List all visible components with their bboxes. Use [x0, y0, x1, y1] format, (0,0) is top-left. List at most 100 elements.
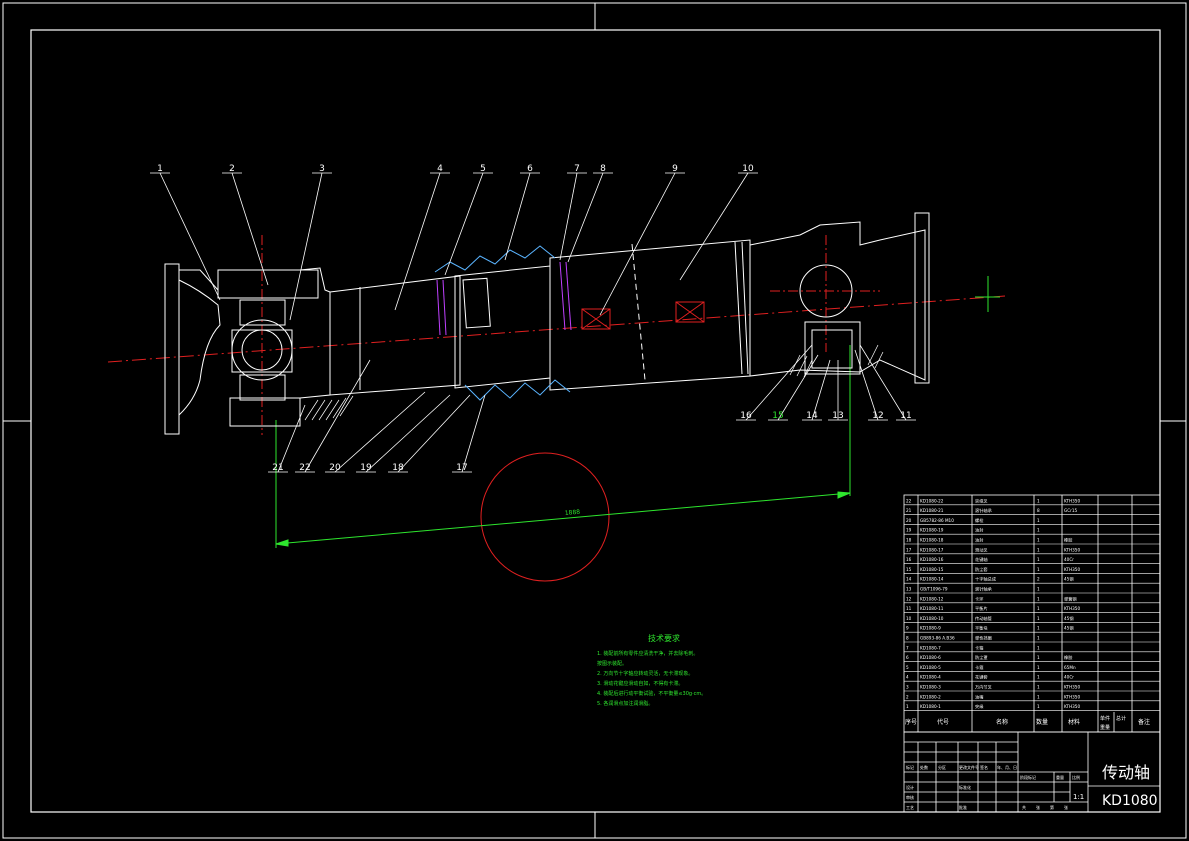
tb-label: 批准	[959, 804, 967, 810]
tb-label: 第	[1050, 804, 1054, 810]
tb-label: 处数	[920, 764, 928, 770]
balloon-10: 10	[742, 164, 754, 174]
balance-weights	[581, 301, 705, 330]
bom-cell: KTH350	[1064, 685, 1080, 690]
balloon-18: 18	[392, 463, 404, 473]
bom-cell: 1	[1037, 626, 1040, 631]
bom-cell: 卡环	[975, 595, 983, 602]
tb-label: 年、月、日	[997, 764, 1017, 770]
bom-cell: 防尘罩	[975, 654, 988, 661]
balloon-2: 2	[229, 164, 235, 174]
tb-label: 重量	[1056, 774, 1064, 780]
balloon-15: 15	[772, 411, 783, 421]
balance-circle	[480, 452, 610, 582]
bom-cell: 2	[906, 694, 909, 699]
bom-cell: KTH350	[1064, 547, 1080, 552]
bom-cell: 万向节叉	[975, 684, 993, 691]
bom-cell: 十字轴总成	[975, 576, 996, 583]
drawing-title: 传动轴	[1102, 763, 1150, 782]
outer-frame	[2, 2, 1187, 839]
bom-cell: 传动轴管	[975, 615, 992, 622]
bom-cell: KD1080-17	[920, 547, 944, 552]
bom-cell: 弹性挡圈	[975, 635, 992, 642]
balloon-14: 14	[806, 411, 818, 421]
tech-note-line: 按图示装配。	[597, 660, 627, 667]
balloon-8: 8	[600, 164, 606, 174]
bom-cell: 滚针轴承	[975, 507, 993, 514]
bom-cell: 7	[906, 645, 909, 650]
hatching	[304, 344, 884, 421]
bom-cell: 橡胶	[1064, 537, 1072, 544]
bom-cell: 8	[1037, 508, 1040, 513]
tech-note-line: 1. 装配前所有零件应清洗干净，并去除毛刺。	[597, 650, 698, 657]
bom-cell: 3	[906, 685, 909, 690]
tb-label: 标记	[906, 764, 914, 770]
bom-cell: KTH350	[1064, 704, 1080, 709]
bom-cell: KD1080-2	[920, 694, 941, 699]
bom-cell: 卡箍	[975, 644, 984, 651]
inner-frame	[30, 29, 1161, 813]
bom-cell: 45钢	[1064, 576, 1074, 583]
bom-cell: 1	[1037, 694, 1040, 699]
bom-cell: 40Cr	[1064, 557, 1074, 562]
tb-label: 分区	[938, 764, 946, 770]
bom-cell: 16	[906, 557, 912, 562]
tech-note-line: 2. 万向节十字轴应转动灵活，无卡滞现象。	[597, 670, 693, 677]
bom-cell: 1	[1037, 547, 1040, 552]
bom-cell: 防尘套	[975, 566, 988, 573]
balloon-9: 9	[672, 164, 678, 174]
bom-cell: KD1080-12	[920, 596, 944, 601]
bom-cell: 1	[1037, 645, 1040, 650]
bom-cell: KD1080-11	[920, 606, 944, 611]
bom-cell: 滑动叉	[975, 546, 988, 553]
bom-cell: 弹簧钢	[1064, 595, 1077, 602]
bom-cell: 橡胶	[1064, 654, 1072, 661]
bom-cell: 65Mn	[1064, 665, 1076, 670]
tb-label: 阶段标记	[1020, 774, 1036, 780]
bom-cell: KD1080-4	[920, 675, 941, 680]
bom-cell: KD1080-14	[920, 577, 944, 582]
bom-cell: 1	[1037, 528, 1040, 533]
balloon-16: 16	[740, 411, 752, 421]
tb-label: 共	[1022, 804, 1026, 810]
bom-cell: 1	[1037, 587, 1040, 592]
tb-label: 工艺	[906, 805, 914, 810]
bom-cell: 滚针轴承	[975, 586, 993, 593]
balloon-21: 22	[299, 463, 310, 473]
bom-cell: 花键套	[975, 674, 988, 681]
bom-cell: KD1080-3	[920, 685, 941, 690]
bom-cell: KD1080-10	[920, 616, 944, 621]
center-lines	[107, 235, 1006, 582]
bom-cell: 突缘	[975, 703, 984, 710]
bom-cell: 1	[1037, 606, 1040, 611]
tb-label: 比例	[1072, 774, 1080, 780]
bom-cell: 1	[1037, 557, 1040, 562]
bom-header-total: 总计	[1116, 715, 1126, 722]
tb-label: 审核	[906, 794, 914, 800]
bom-cell: 11	[906, 606, 912, 611]
bom-cell: 1	[1037, 665, 1040, 670]
bom-cell: 平衡块	[975, 625, 988, 632]
left-flange	[164, 263, 331, 435]
drawing-scale: 1:1	[1073, 793, 1084, 801]
bom-cell: KD1080-9	[920, 626, 941, 631]
balloon-13: 13	[832, 411, 843, 421]
balloon-5: 5	[480, 164, 486, 174]
balloon-12: 12	[872, 411, 883, 421]
bom-cell: KD1080-7	[920, 645, 941, 650]
bom-cell: 1	[1037, 616, 1040, 621]
tb-label: 设计	[906, 784, 914, 790]
bom-cell: 10	[906, 616, 912, 621]
bom-header-unit: 单件	[1100, 715, 1110, 722]
bom-cell: 5	[906, 665, 909, 670]
balloon-19: 19	[360, 463, 372, 473]
bom-cell: 1	[1037, 655, 1040, 660]
bom-cell: 平衡片	[975, 605, 988, 612]
clamps	[436, 261, 572, 336]
bom-cell: 17	[906, 547, 912, 552]
dimension-label: 1888	[565, 509, 581, 517]
bom-header-qty: 数量	[1036, 718, 1048, 726]
bom-cell: 45钢	[1064, 625, 1074, 632]
balloon-bars	[150, 172, 916, 473]
dimensions	[275, 276, 1000, 548]
